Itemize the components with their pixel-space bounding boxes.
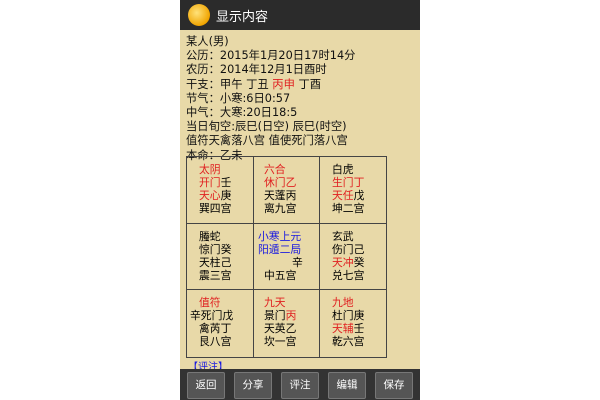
edit-button[interactable]: 编辑 — [328, 372, 366, 399]
palace-star: 天蓬丙 — [264, 189, 297, 202]
zhongqi-row: 中气：大寒:20日18:5 — [186, 106, 298, 120]
palace-name: 兑七宫 — [332, 269, 365, 282]
center-ju: 阳遁二局 — [258, 243, 302, 256]
bottom-toolbar: 返回 分享 评注 编辑 保存 — [180, 369, 420, 400]
palace-cell-n[interactable]: 六合 休门乙 天蓬丙 离九宫 — [254, 157, 320, 223]
center-jieqi: 小寒上元 — [258, 230, 302, 243]
palace-god: 太阴 — [199, 163, 221, 176]
palace-door: 杜门庚 — [332, 309, 365, 322]
palace-name: 坎一宫 — [264, 335, 297, 348]
palace-cell-sw[interactable]: 值符 辛死门戊 禽芮丁 艮八宫 — [187, 290, 253, 356]
palace-name: 震三宫 — [199, 269, 232, 282]
solar-date: 公历：2015年1月20日17时14分 — [186, 49, 356, 63]
palace-cell-ne[interactable]: 白虎 生门丁 天任戊 坤二宫 — [320, 157, 386, 223]
palace-door: 休门乙 — [264, 176, 297, 189]
palace-god: 螣蛇 — [199, 230, 221, 243]
palace-name: 巽四宫 — [199, 202, 232, 215]
palace-god: 玄武 — [332, 230, 354, 243]
palace-cell-s[interactable]: 九天 景门丙 天英乙 坎一宫 — [254, 290, 320, 356]
palace-door: 辛死门戊 — [190, 309, 234, 322]
person-name: 某人(男) — [186, 35, 229, 48]
palace-god: 九地 — [332, 296, 354, 309]
palace-cell-nw[interactable]: 太阴 开门壬 天心庚 巽四宫 — [187, 157, 253, 223]
comment-button[interactable]: 评注 — [281, 372, 319, 399]
palace-door: 惊门癸 — [199, 243, 232, 256]
palace-star: 天任戊 — [332, 189, 365, 202]
app-sun-icon — [188, 4, 210, 26]
palace-cell-center[interactable]: 小寒上元 阳遁二局 辛 中五宫 — [254, 224, 320, 290]
palace-door: 开门壬 — [199, 176, 232, 189]
palace-star: 天冲癸 — [332, 256, 365, 269]
palace-star: 禽芮丁 — [199, 322, 232, 335]
palace-star: 天英乙 — [264, 322, 297, 335]
title-bar: 显示内容 — [180, 0, 420, 30]
palace-cell-e[interactable]: 玄武 伤门己 天冲癸 兑七宫 — [320, 224, 386, 290]
palace-name: 艮八宫 — [199, 335, 232, 348]
palace-name: 中五宫 — [264, 269, 297, 282]
palace-star: 天心庚 — [199, 189, 232, 202]
info-section: 某人(男) 公历：2015年1月20日17时14分 农历：2014年12月1日酉… — [186, 35, 418, 163]
palace-star: 天辅壬 — [332, 322, 365, 335]
palace-god: 值符 — [199, 296, 221, 309]
qimen-grid: 太阴 开门壬 天心庚 巽四宫 六合 休门乙 天蓬丙 离九宫 白虎 生门丁 天任戊… — [186, 156, 387, 358]
ganzhi-row: 干支：甲午 丁丑 丙申 丁酉 — [186, 78, 418, 92]
palace-door: 景门丙 — [264, 309, 297, 322]
palace-cell-w[interactable]: 螣蛇 惊门癸 天柱己 震三宫 — [187, 224, 253, 290]
xunkong-row: 当日旬空:辰巳(日空) 辰巳(时空) — [186, 120, 347, 134]
palace-door: 生门丁 — [332, 176, 365, 189]
jieqi-row: 节气：小寒:6日0:57 — [186, 91, 291, 105]
save-button[interactable]: 保存 — [375, 372, 413, 399]
palace-god: 九天 — [264, 296, 286, 309]
window-title: 显示内容 — [216, 10, 269, 25]
palace-god: 白虎 — [332, 163, 354, 176]
palace-name: 坤二宫 — [332, 202, 365, 215]
ganzhi-highlight: 丙申 — [272, 77, 295, 91]
phone-screen: 显示内容 某人(男) 公历：2015年1月20日17时14分 农历：2014年1… — [180, 0, 420, 400]
center-stem: 辛 — [292, 256, 303, 269]
palace-god: 六合 — [264, 163, 286, 176]
share-button[interactable]: 分享 — [234, 372, 272, 399]
palace-door: 伤门己 — [332, 243, 365, 256]
palace-name: 离九宫 — [264, 202, 297, 215]
palace-cell-se[interactable]: 九地 杜门庚 天辅壬 乾六宫 — [320, 290, 386, 356]
lunar-date: 农历：2014年12月1日酉时 — [186, 63, 327, 77]
palace-name: 乾六宫 — [332, 335, 365, 348]
back-button[interactable]: 返回 — [187, 372, 225, 399]
ganzhi-prefix: 干支：甲午 丁丑 — [186, 77, 273, 91]
palace-star: 天柱己 — [199, 256, 232, 269]
zhifu-row: 值符天禽落八宫 值使死门落八宫 — [186, 134, 348, 148]
ganzhi-suffix: 丁酉 — [294, 77, 322, 91]
